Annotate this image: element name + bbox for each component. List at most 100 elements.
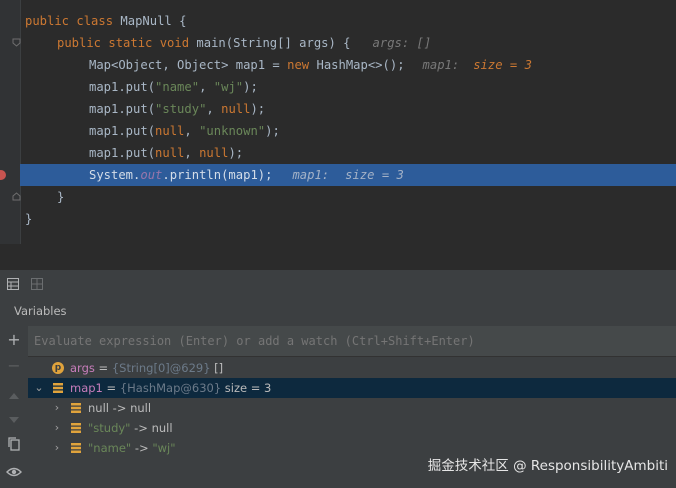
code-line-1[interactable]: public class MapNull { bbox=[25, 10, 186, 32]
move-up-icon[interactable] bbox=[6, 388, 22, 404]
code-token: MapNull { bbox=[113, 14, 187, 28]
code-token: map1.put( bbox=[89, 124, 156, 138]
code-line-2[interactable]: public static void main(String[] args) {… bbox=[57, 32, 431, 54]
code-token: map1.put( bbox=[89, 102, 156, 116]
variables-panel-title: Variables bbox=[14, 304, 67, 318]
code-token: public class bbox=[25, 14, 114, 28]
code-line-6[interactable]: map1.put(null, "unknown"); bbox=[89, 120, 280, 142]
variable-name: args bbox=[70, 361, 95, 375]
code-token: null bbox=[155, 124, 185, 138]
field-icon bbox=[53, 383, 63, 393]
entry-icon bbox=[71, 443, 81, 453]
tree-row-entry[interactable]: › "study" -> null bbox=[28, 418, 676, 438]
code-token: ); bbox=[265, 124, 280, 138]
code-token: null bbox=[221, 102, 251, 116]
debugger-toolbar bbox=[0, 270, 676, 299]
evaluate-expression-input[interactable] bbox=[34, 330, 664, 352]
fold-marker-icon[interactable] bbox=[12, 38, 21, 47]
chevron-right-icon[interactable]: › bbox=[50, 398, 64, 418]
entry-arrow: -> bbox=[131, 441, 153, 455]
fold-end-marker-icon[interactable] bbox=[12, 192, 21, 201]
code-token: ); bbox=[228, 146, 244, 160]
code-token: map1.put( bbox=[89, 80, 156, 94]
code-token: , bbox=[206, 102, 222, 116]
entry-text: "name" -> "wj" bbox=[88, 438, 176, 458]
code-token: "name" bbox=[155, 80, 200, 94]
code-line-3[interactable]: Map<Object, Object> map1 = new HashMap<>… bbox=[89, 54, 532, 76]
code-line-7[interactable]: map1.put(null, null); bbox=[89, 142, 243, 164]
add-watch-icon[interactable]: + bbox=[6, 332, 22, 348]
inline-debug-hint-value: size = 3 bbox=[473, 58, 532, 72]
chevron-down-icon[interactable]: ⌄ bbox=[32, 378, 46, 398]
variable-equals: = bbox=[102, 381, 120, 395]
code-token: "study" bbox=[155, 102, 207, 116]
tree-row-entry[interactable]: › null -> null bbox=[28, 398, 676, 418]
variable-name: map1 bbox=[70, 381, 103, 395]
variable-type: {String[0]@629} bbox=[111, 361, 211, 375]
code-token: Map<Object, Object> map1 = bbox=[89, 58, 288, 72]
variables-action-bar: + − bbox=[0, 326, 29, 488]
code-token: } bbox=[57, 190, 65, 204]
tree-row-args[interactable]: p args = {String[0]@629} [] bbox=[28, 358, 676, 378]
entry-key: null bbox=[88, 401, 109, 415]
code-token: System. bbox=[89, 168, 141, 182]
code-token: , bbox=[199, 80, 214, 94]
code-line-9[interactable]: } bbox=[57, 186, 64, 208]
entry-arrow: -> bbox=[130, 421, 152, 435]
entry-value: "wj" bbox=[152, 441, 176, 455]
inline-debug-hint: args: [] bbox=[372, 36, 432, 50]
inline-debug-hint: map1: bbox=[422, 58, 460, 72]
tree-row-map1[interactable]: ⌄ map1 = {HashMap@630} size = 3 bbox=[28, 378, 676, 398]
variables-panel-header: Variables bbox=[0, 298, 676, 326]
panel-divider bbox=[0, 244, 676, 270]
entry-icon bbox=[71, 403, 81, 413]
code-editor[interactable]: public class MapNull { public static voi… bbox=[0, 0, 676, 244]
variable-type: {HashMap@630} bbox=[119, 381, 222, 395]
variable-value: [] bbox=[210, 361, 224, 375]
entry-arrow: -> bbox=[108, 401, 131, 415]
entry-value: null bbox=[130, 401, 152, 415]
code-token: map1.put( bbox=[89, 146, 156, 160]
threads-view-icon[interactable] bbox=[31, 278, 43, 290]
code-line-5[interactable]: map1.put("study", null); bbox=[89, 98, 265, 120]
code-token: "unknown" bbox=[199, 124, 266, 138]
variable-text: args = {String[0]@629} [] bbox=[70, 358, 223, 378]
variable-value: size = 3 bbox=[221, 381, 272, 395]
code-token: .println(map1); bbox=[162, 168, 273, 182]
code-token: ); bbox=[243, 80, 258, 94]
watches-eye-icon[interactable] bbox=[6, 464, 22, 480]
entry-text: null -> null bbox=[88, 398, 151, 418]
code-token: } bbox=[25, 212, 33, 226]
watermark: 掘金技术社区 @ ResponsibilityAmbiti bbox=[427, 458, 668, 474]
code-line-4[interactable]: map1.put("name", "wj"); bbox=[89, 76, 258, 98]
entry-key: "study" bbox=[88, 421, 131, 435]
code-token: null bbox=[155, 146, 185, 160]
frames-view-icon[interactable] bbox=[7, 278, 19, 290]
chevron-right-icon[interactable]: › bbox=[50, 438, 64, 458]
evaluate-expression-bar[interactable] bbox=[28, 326, 676, 357]
code-line-10[interactable]: } bbox=[25, 208, 32, 230]
chevron-right-icon[interactable]: › bbox=[50, 418, 64, 438]
copy-icon[interactable] bbox=[6, 436, 22, 452]
code-line-8-current[interactable]: System.out.println(map1); map1: size = 3 bbox=[89, 164, 404, 186]
code-token: new bbox=[287, 58, 310, 72]
code-token: null bbox=[199, 146, 229, 160]
gutter-separator bbox=[20, 0, 21, 244]
code-token: HashMap<>(); bbox=[309, 58, 405, 72]
entry-key: "name" bbox=[88, 441, 132, 455]
remove-watch-icon[interactable]: − bbox=[6, 358, 22, 374]
variable-text: map1 = {HashMap@630} size = 3 bbox=[70, 378, 271, 398]
editor-gutter[interactable] bbox=[0, 0, 20, 244]
entry-value: null bbox=[151, 421, 173, 435]
code-token: , bbox=[184, 146, 200, 160]
entry-icon bbox=[71, 423, 81, 433]
code-token: , bbox=[184, 124, 200, 138]
inline-debug-hint: map1: bbox=[292, 168, 330, 182]
move-down-icon[interactable] bbox=[6, 412, 22, 428]
entry-text: "study" -> null bbox=[88, 418, 173, 438]
variable-equals: = bbox=[94, 361, 112, 375]
code-token: main(String[] args) { bbox=[189, 36, 351, 50]
code-token: "wj" bbox=[213, 80, 244, 94]
code-token: out bbox=[140, 168, 163, 182]
code-token: public static void bbox=[57, 36, 190, 50]
